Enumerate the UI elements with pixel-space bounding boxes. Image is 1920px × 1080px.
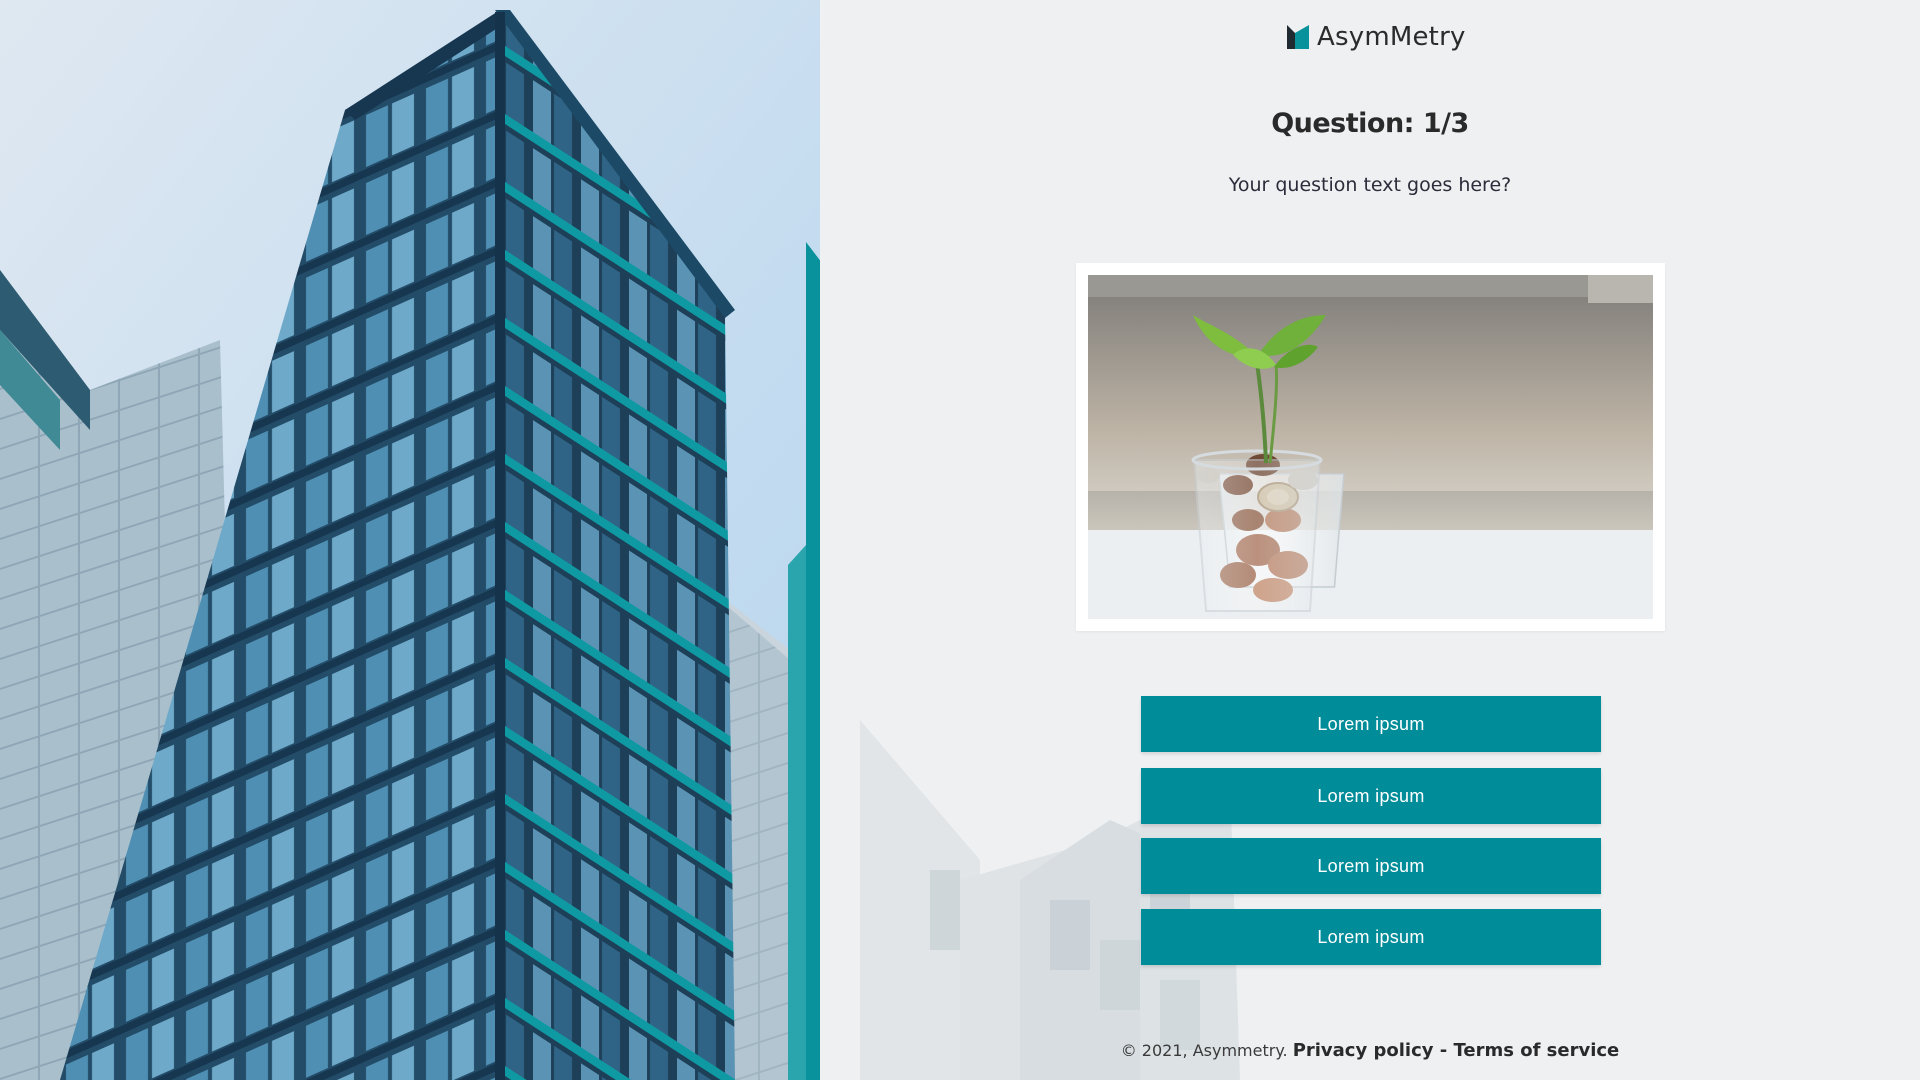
hero-building-image [0,0,860,1080]
answer-option-4[interactable]: Lorem ipsum [1141,909,1601,965]
footer: © 2021, Asymmetry. Privacy policy - Term… [1060,1040,1680,1061]
question-counter-title: Question: 1/3 [1271,108,1469,139]
question-image [1088,275,1653,619]
building-illustration [0,0,860,1080]
footer-separator: - [1433,1040,1454,1061]
question-text: Your question text goes here? [1228,174,1512,196]
brand-name: AsymMetry [1317,22,1466,52]
terms-of-service-link[interactable]: Terms of service [1454,1040,1620,1061]
copyright-text: © 2021, Asymmetry. [1120,1041,1288,1060]
asymmetry-logo-icon [1287,25,1309,49]
plant-coins-jar-icon [1088,275,1653,619]
brand-logo[interactable]: AsymMetry [1287,18,1466,56]
answer-option-1[interactable]: Lorem ipsum [1141,696,1601,752]
answer-options: Lorem ipsum Lorem ipsum Lorem ipsum Lore… [1141,696,1601,981]
answer-option-2[interactable]: Lorem ipsum [1141,768,1601,824]
answer-option-3[interactable]: Lorem ipsum [1141,838,1601,894]
privacy-policy-link[interactable]: Privacy policy [1293,1040,1434,1061]
question-image-frame [1076,263,1665,631]
